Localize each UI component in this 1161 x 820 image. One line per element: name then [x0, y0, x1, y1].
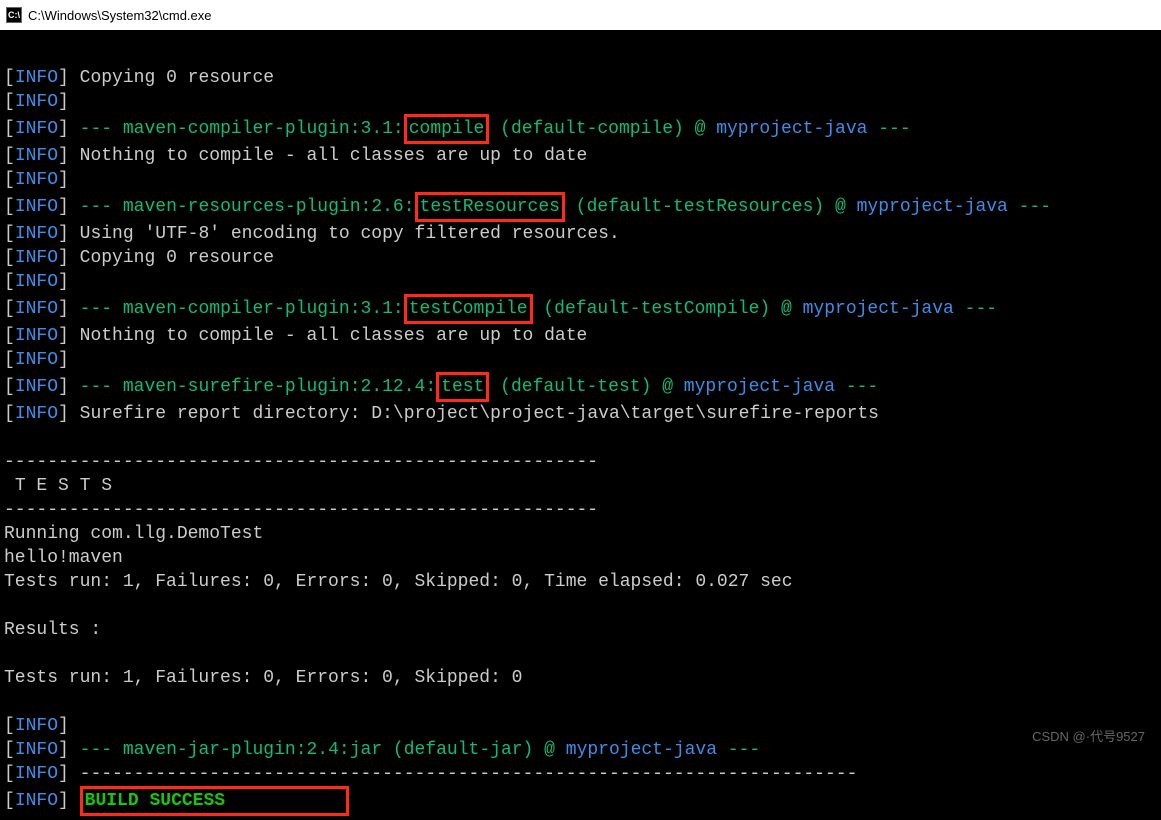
- plugin-name: maven-resources-plugin:2.6:: [123, 197, 415, 217]
- info-tag: INFO: [15, 68, 58, 88]
- info-tag: INFO: [15, 404, 58, 424]
- highlight-build-success: BUILD SUCCESS: [80, 786, 349, 816]
- log-line: Nothing to compile - all classes are up …: [80, 326, 588, 346]
- info-tag: INFO: [15, 326, 58, 346]
- info-tag: INFO: [15, 716, 58, 736]
- dash-prefix: ---: [80, 119, 123, 139]
- info-tag: INFO: [15, 119, 58, 139]
- tests-header: T E S T S: [15, 476, 112, 496]
- highlight-testresources: testResources: [415, 192, 565, 222]
- goal-suffix: (default-testResources) @: [565, 197, 857, 217]
- cmd-icon: C:\: [6, 7, 22, 23]
- log-line: Copying 0 resource: [80, 68, 274, 88]
- log-line: hello!maven: [4, 548, 123, 568]
- info-tag: INFO: [15, 764, 58, 784]
- project-ref: myproject-java: [857, 197, 1008, 217]
- dash-prefix: ---: [80, 740, 123, 760]
- info-tag: INFO: [15, 197, 58, 217]
- goal-suffix: (default-jar) @: [382, 740, 566, 760]
- log-line: Nothing to compile - all classes are up …: [80, 146, 588, 166]
- plugin-name: maven-compiler-plugin:3.1:: [123, 119, 404, 139]
- log-line: Using 'UTF-8' encoding to copy filtered …: [80, 224, 620, 244]
- goal-suffix: (default-test) @: [489, 377, 683, 397]
- log-line: Tests run: 1, Failures: 0, Errors: 0, Sk…: [4, 572, 793, 592]
- window-titlebar[interactable]: C:\ C:\Windows\System32\cmd.exe: [0, 0, 1161, 30]
- dash-prefix: ---: [80, 197, 123, 217]
- log-line: Results :: [4, 620, 101, 640]
- separator: ----------------------------------------…: [4, 452, 598, 472]
- plugin-name: maven-compiler-plugin:3.1:: [123, 299, 404, 319]
- info-tag: INFO: [15, 377, 58, 397]
- window-title: C:\Windows\System32\cmd.exe: [28, 8, 212, 23]
- log-line: Running com.llg.DemoTest: [4, 524, 263, 544]
- project-ref: myproject-java: [716, 119, 867, 139]
- project-ref: myproject-java: [803, 299, 954, 319]
- highlight-testcompile: testCompile: [404, 294, 533, 324]
- log-line: Tests run: 1, Failures: 0, Errors: 0, Sk…: [4, 668, 522, 688]
- info-tag: INFO: [15, 224, 58, 244]
- plugin-name: maven-surefire-plugin:2.12.4:: [123, 377, 436, 397]
- separator: ----------------------------------------…: [4, 500, 598, 520]
- info-tag: INFO: [15, 791, 58, 811]
- highlight-compile: compile: [404, 114, 490, 144]
- goal-suffix: (default-testCompile) @: [533, 299, 803, 319]
- highlight-test: test: [436, 372, 489, 402]
- separator: ----------------------------------------…: [80, 764, 858, 784]
- project-ref: myproject-java: [684, 377, 835, 397]
- dash-prefix: ---: [80, 377, 123, 397]
- dash-prefix: ---: [80, 299, 123, 319]
- project-ref: myproject-java: [566, 740, 717, 760]
- info-tag: INFO: [15, 299, 58, 319]
- info-tag: INFO: [15, 350, 58, 370]
- info-tag: INFO: [15, 248, 58, 268]
- info-tag: INFO: [15, 146, 58, 166]
- info-tag: INFO: [15, 740, 58, 760]
- goal-suffix: (default-compile) @: [489, 119, 716, 139]
- info-tag: INFO: [15, 170, 58, 190]
- log-line: Copying 0 resource: [80, 248, 274, 268]
- plugin-name: maven-jar-plugin:2.4:jar: [123, 740, 382, 760]
- watermark: CSDN @·代号9527: [1032, 726, 1145, 745]
- info-tag: INFO: [15, 92, 58, 112]
- info-tag: INFO: [15, 272, 58, 292]
- log-line: Surefire report directory: D:\project\pr…: [80, 404, 879, 424]
- terminal-output: [INFO] Copying 0 resource [INFO] [INFO] …: [0, 30, 1161, 820]
